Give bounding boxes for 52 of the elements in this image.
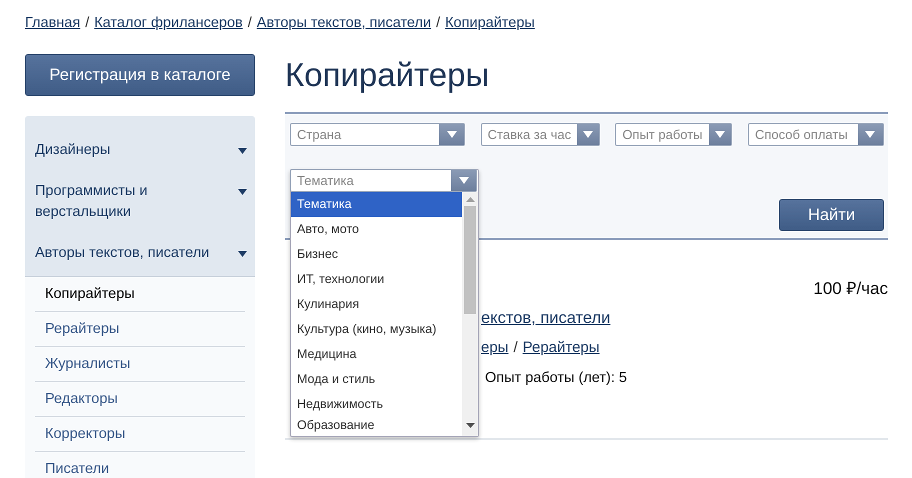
breadcrumb-link[interactable]: Авторы текстов, писатели (256, 15, 432, 31)
scrollbar[interactable] (462, 192, 478, 436)
subcategory-link[interactable]: еры (481, 339, 508, 356)
filter-select[interactable]: Способ оплаты (748, 123, 884, 146)
category-link[interactable]: екстов, писатели (481, 309, 610, 328)
category-item[interactable]: Авторы текстов, писатели (25, 233, 255, 274)
subcategory-item[interactable]: Рерайтеры (35, 312, 245, 347)
dropdown-option[interactable]: Культура (кино, музыка) (291, 317, 462, 342)
register-button[interactable]: Регистрация в каталоге (25, 54, 255, 96)
subcategory-item[interactable]: Копирайтеры (35, 277, 245, 312)
dropdown-option[interactable]: Недвижимость (291, 392, 462, 417)
caret-icon (238, 251, 247, 257)
caret-icon (446, 131, 456, 138)
dropdown-option[interactable]: ИТ, технологии (291, 267, 462, 292)
caret-icon (458, 177, 468, 184)
scroll-up-icon[interactable] (466, 197, 474, 202)
dropdown-option[interactable]: Авто, мото (291, 217, 462, 242)
filter-select[interactable]: Страна (290, 123, 465, 146)
filter-select[interactable]: Ставка за час (480, 123, 600, 146)
breadcrumb-separator: / (248, 15, 252, 31)
breadcrumb-separator: / (85, 15, 90, 31)
page-title: Копирайтеры (285, 56, 490, 94)
dropdown-option[interactable]: Бизнес (291, 242, 462, 267)
subcategory-item[interactable]: Писатели (35, 452, 245, 478)
search-button[interactable]: Найти (779, 199, 884, 231)
hourly-rate: 100 ₽/час (813, 278, 888, 299)
breadcrumb-link[interactable]: Каталог фрилансеров (94, 15, 243, 31)
topic-select[interactable]: Тематика (290, 169, 477, 192)
category-item[interactable]: Программисты и верстальщики (25, 171, 255, 233)
subcategory-item[interactable]: Корректоры (35, 417, 245, 452)
breadcrumb-separator: / (436, 15, 440, 31)
dropdown-option[interactable]: Образование (291, 417, 462, 434)
dropdown-option[interactable]: Кулинария (291, 292, 462, 317)
breadcrumb-link[interactable]: Главная (25, 15, 80, 31)
experience-text: Опыт работы (лет): 5 (485, 370, 627, 386)
dropdown-option[interactable]: Медицина (291, 342, 462, 367)
filter-select[interactable]: Опыт работы (615, 123, 732, 146)
category-item[interactable]: Дизайнеры (25, 130, 255, 171)
subcategory-item[interactable]: Редакторы (35, 382, 245, 417)
caret-icon (582, 131, 593, 138)
caret-icon (238, 189, 247, 195)
scroll-down-icon[interactable] (466, 423, 474, 428)
subcategory-link[interactable]: Рерайтеры (522, 339, 600, 356)
caret-icon (238, 148, 247, 154)
link-separator: / (513, 339, 518, 356)
subcategory-item[interactable]: Журналисты (35, 347, 245, 382)
caret-icon (865, 131, 876, 138)
dropdown-option[interactable]: Мода и стиль (291, 367, 462, 392)
breadcrumb-link[interactable]: Копирайтеры (445, 15, 535, 31)
dropdown-option[interactable]: Тематика (291, 192, 462, 217)
topic-dropdown[interactable]: Тематика Тематика Авто, мото Бизнес ИТ, технологии Кулинария Культура (кино, музыка) Медицина Мода и стиль Недвижимость Образование (290, 169, 479, 437)
caret-icon (714, 131, 725, 138)
